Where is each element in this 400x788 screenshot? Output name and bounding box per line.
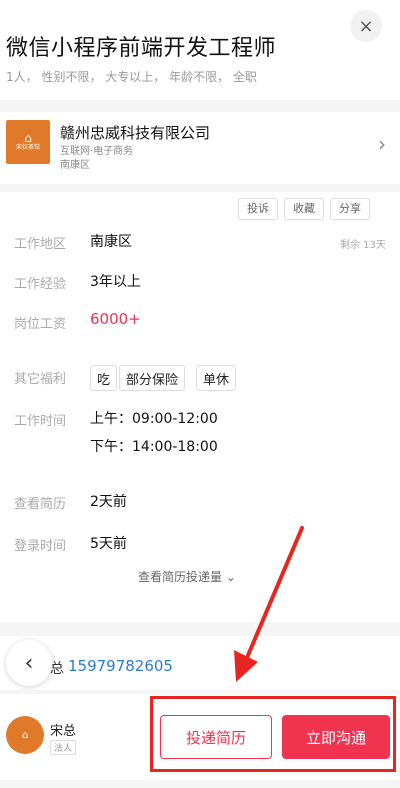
arrow-shaft <box>244 526 304 662</box>
arrow-head <box>234 650 258 682</box>
annotation-arrow <box>234 526 304 682</box>
